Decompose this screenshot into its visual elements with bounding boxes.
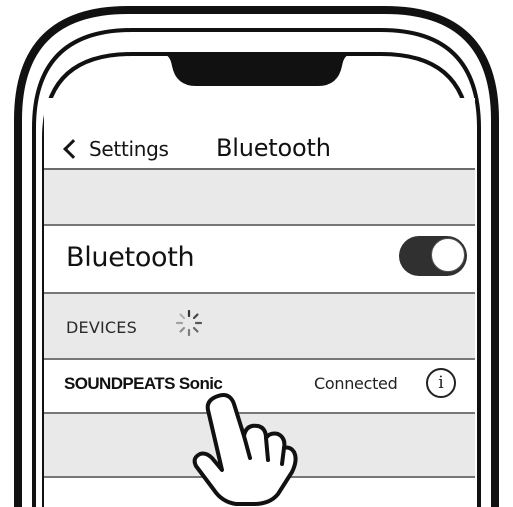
notch: [152, 54, 362, 86]
navigation-bar: Settings Bluetooth: [44, 98, 475, 170]
device-name: SOUNDPEATS Sonic: [64, 374, 223, 393]
loading-spinner-icon: [175, 309, 203, 337]
page-title: Bluetooth: [216, 134, 331, 162]
devices-section-label: DEVICES: [66, 318, 137, 337]
bluetooth-toggle-switch[interactable]: [399, 236, 467, 276]
bluetooth-toggle-row: Bluetooth: [44, 226, 475, 294]
group-spacer: [44, 170, 475, 226]
back-label: Settings: [89, 137, 169, 161]
info-icon[interactable]: i: [426, 368, 456, 398]
devices-section-header: DEVICES: [44, 294, 475, 360]
chevron-left-icon: [63, 139, 83, 159]
toggle-knob: [431, 238, 465, 272]
device-status: Connected: [314, 374, 398, 393]
illustration: Settings Bluetooth Bluetooth DEVICES SOU…: [0, 0, 513, 507]
speaker-grille: [227, 40, 291, 50]
bluetooth-toggle-label: Bluetooth: [66, 242, 195, 273]
tap-hand-icon: [192, 393, 298, 506]
back-button[interactable]: Settings: [63, 134, 169, 164]
camera: [306, 39, 318, 51]
